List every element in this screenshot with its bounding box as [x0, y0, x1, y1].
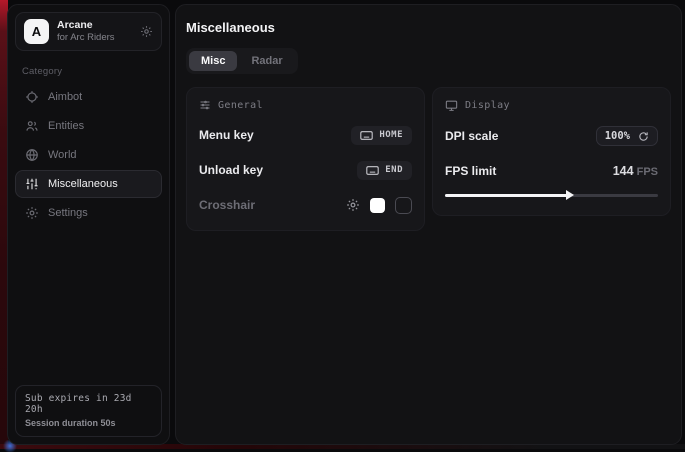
sliders-horizontal-icon	[199, 99, 211, 111]
general-card-title: General	[218, 100, 263, 111]
subscription-status-box: Sub expires in 23d 20h Session duration …	[15, 385, 162, 437]
cycle-icon	[638, 131, 649, 142]
display-card-header: Display	[445, 99, 658, 112]
category-label: Category	[22, 66, 155, 77]
tab-misc[interactable]: Misc	[189, 51, 237, 71]
general-card-header: General	[199, 99, 412, 111]
unload-key-bind-button[interactable]: END	[357, 161, 412, 180]
settings-cards: General Menu key HOME Unload key	[186, 87, 671, 231]
sidebar-item-aimbot[interactable]: Aimbot	[15, 83, 162, 111]
tab-bar: Misc Radar	[186, 48, 298, 74]
sidebar-item-miscellaneous[interactable]: Miscellaneous	[15, 170, 162, 198]
dpi-scale-selector[interactable]: 100%	[596, 126, 658, 146]
monitor-icon	[445, 99, 458, 112]
sidebar: A Arcane for Arc Riders Category Aimbot …	[7, 4, 170, 445]
crosshair-label: Crosshair	[199, 198, 255, 212]
fps-limit-slider[interactable]	[445, 189, 658, 201]
sidebar-item-label: Settings	[48, 207, 88, 219]
app-subtitle: for Arc Riders	[57, 32, 115, 44]
sidebar-item-label: Aimbot	[48, 91, 82, 103]
fps-limit-readout: 144FPS	[613, 162, 658, 180]
globe-icon	[25, 148, 39, 162]
menu-key-row: Menu key HOME	[199, 124, 412, 146]
main-panel: Miscellaneous Misc Radar General Menu ke…	[175, 4, 682, 445]
keyboard-icon	[360, 130, 373, 141]
crosshair-checkbox[interactable]	[395, 197, 412, 214]
entities-icon	[25, 119, 39, 133]
sliders-icon	[25, 177, 39, 191]
dpi-scale-row: DPI scale 100%	[445, 125, 658, 147]
unload-key-label: Unload key	[199, 163, 263, 177]
fps-limit-row: FPS limit 144FPS	[445, 160, 658, 182]
tab-radar[interactable]: Radar	[239, 51, 294, 71]
dpi-scale-value: 100%	[605, 130, 630, 142]
fps-limit-unit: FPS	[637, 166, 658, 178]
sidebar-item-world[interactable]: World	[15, 141, 162, 169]
crosshair-controls	[346, 197, 412, 214]
gear-icon	[25, 206, 39, 220]
sidebar-item-label: Entities	[48, 120, 84, 132]
account-info: Arcane for Arc Riders	[57, 19, 115, 44]
fps-limit-value: 144	[613, 164, 634, 178]
menu-key-bind-button[interactable]: HOME	[351, 126, 412, 145]
account-gear-icon[interactable]	[140, 25, 153, 38]
sidebar-item-label: Miscellaneous	[48, 178, 118, 190]
account-card[interactable]: A Arcane for Arc Riders	[15, 12, 162, 51]
keyboard-icon	[366, 165, 379, 176]
display-card-title: Display	[465, 100, 510, 111]
app-name: Arcane	[57, 19, 115, 32]
fps-limit-label: FPS limit	[445, 164, 496, 178]
dpi-scale-label: DPI scale	[445, 129, 498, 143]
unload-key-value: END	[385, 165, 403, 175]
crosshair-settings-gear-icon[interactable]	[346, 198, 360, 212]
crosshair-row: Crosshair	[199, 194, 412, 216]
general-card: General Menu key HOME Unload key	[186, 87, 425, 231]
display-card: Display DPI scale 100% FPS limit 144FPS	[432, 87, 671, 216]
session-duration-text: Session duration 50s	[25, 418, 152, 428]
app-logo: A	[24, 19, 49, 44]
sidebar-item-settings[interactable]: Settings	[15, 199, 162, 227]
menu-key-label: Menu key	[199, 128, 254, 142]
page-title: Miscellaneous	[186, 20, 671, 35]
fps-slider-thumb[interactable]	[566, 190, 574, 200]
fps-slider-fill	[445, 194, 569, 197]
crosshair-icon	[25, 90, 39, 104]
menu-key-value: HOME	[379, 130, 403, 140]
unload-key-row: Unload key END	[199, 159, 412, 181]
sub-expires-text: Sub expires in 23d 20h	[25, 393, 152, 415]
sidebar-item-label: World	[48, 149, 77, 161]
crosshair-color-swatch[interactable]	[370, 198, 385, 213]
sidebar-item-entities[interactable]: Entities	[15, 112, 162, 140]
